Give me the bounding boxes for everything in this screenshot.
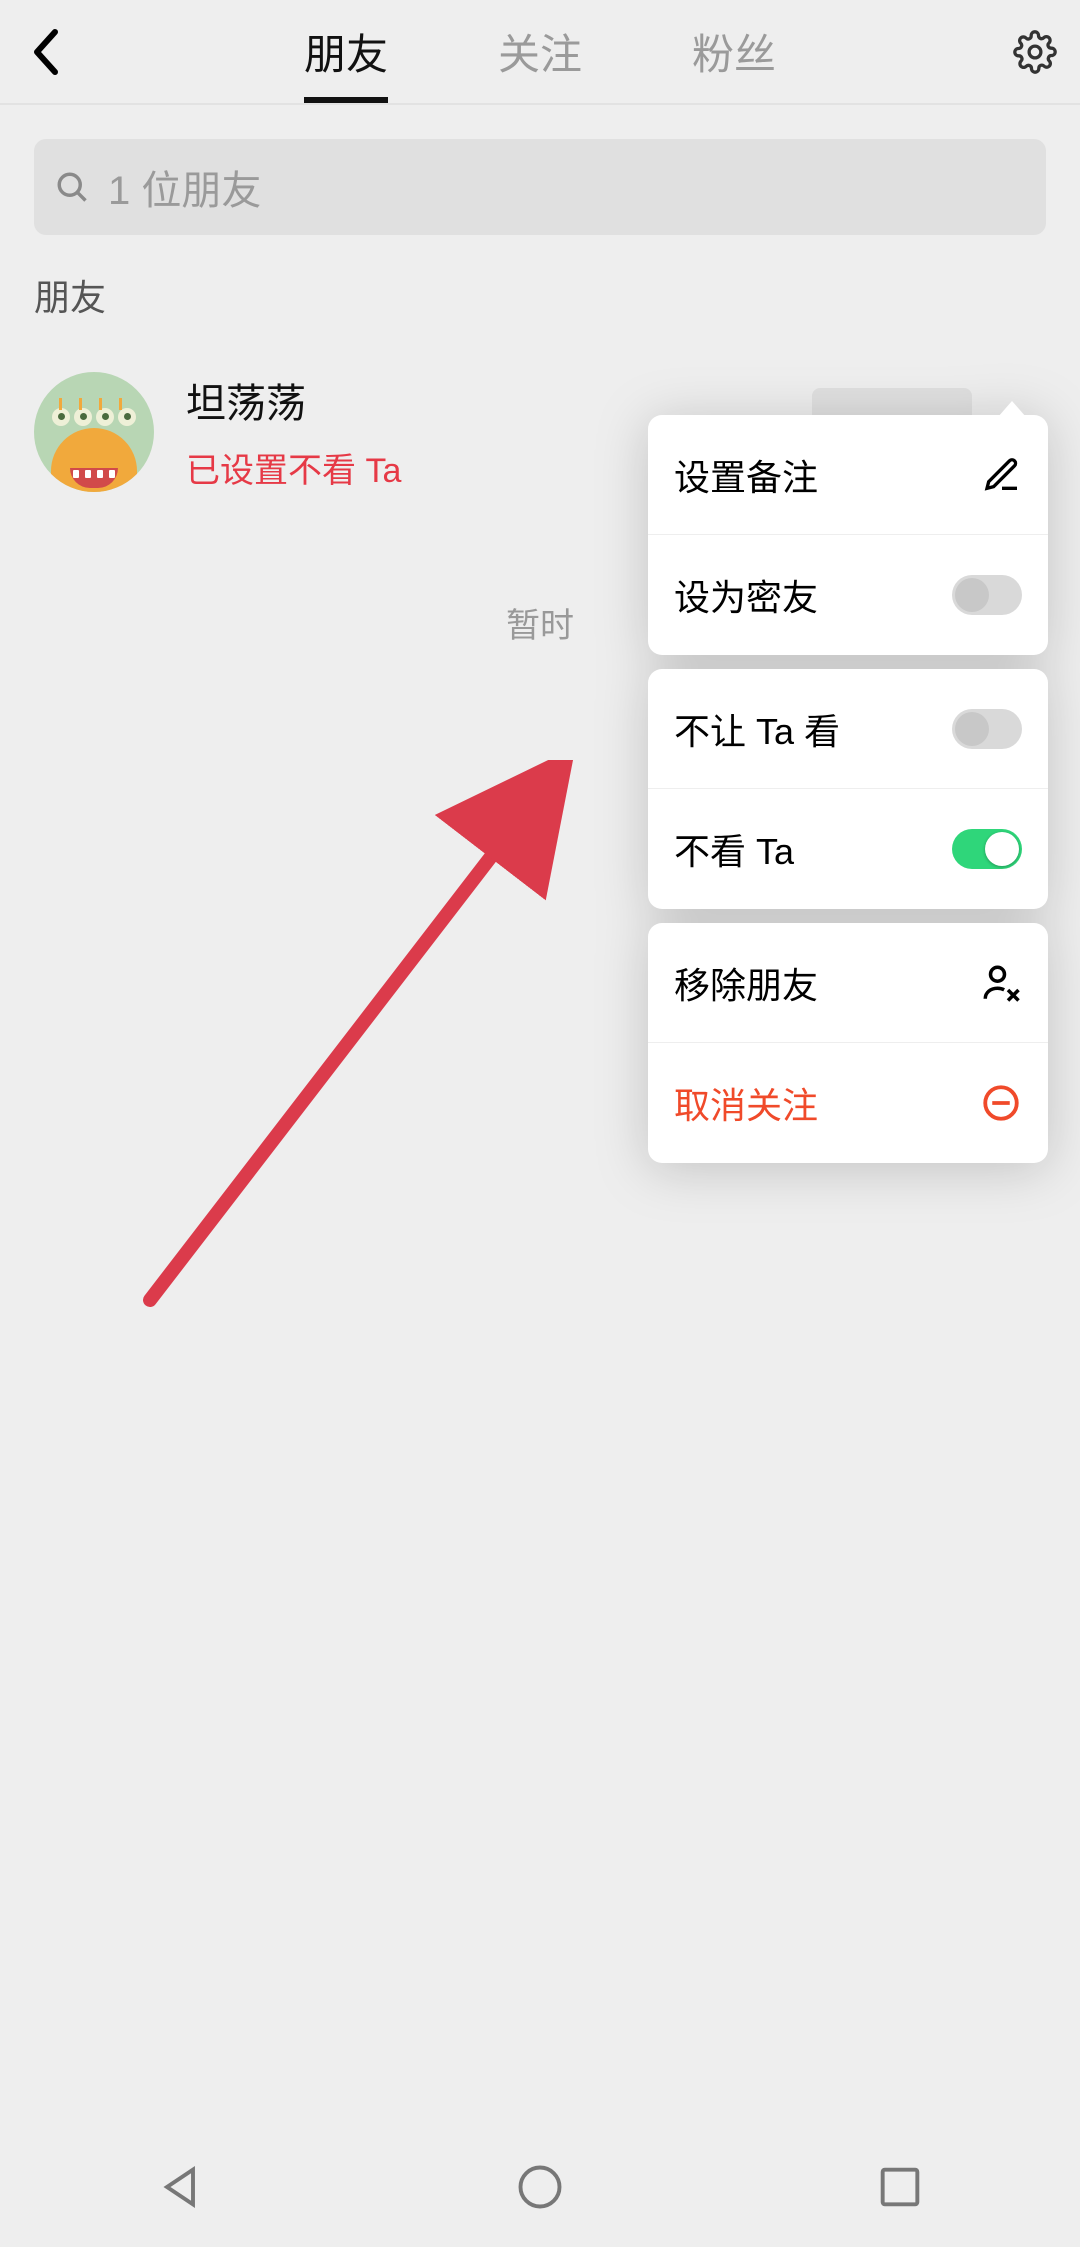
header-tabs: 朋友 关注 粉丝 [90, 0, 990, 103]
section-friends-label: 朋友 [34, 269, 1046, 321]
search-input[interactable]: 1 位朋友 [34, 139, 1046, 235]
tab-friends[interactable]: 朋友 [304, 0, 388, 103]
menu-set-remark[interactable]: 设置备注 [648, 415, 1048, 535]
menu-not-see[interactable]: 不看 Ta [648, 789, 1048, 909]
search-wrap: 1 位朋友 [0, 105, 1080, 269]
minus-circle-icon [980, 1082, 1022, 1124]
nav-home-icon[interactable] [514, 2161, 566, 2213]
tab-following[interactable]: 关注 [498, 0, 582, 103]
menu-remove-friend[interactable]: 移除朋友 [648, 923, 1048, 1043]
menu-block-see-me[interactable]: 不让 Ta 看 [648, 669, 1048, 789]
tab-followers[interactable]: 粉丝 [692, 0, 776, 103]
friend-popup-menu: 设置备注 设为密友 不让 Ta 看 不看 Ta 移除朋友 取 [648, 415, 1048, 1177]
menu-close-friend[interactable]: 设为密友 [648, 535, 1048, 655]
header: 朋友 关注 粉丝 [0, 0, 1080, 105]
nav-recent-icon[interactable] [874, 2161, 926, 2213]
not-see-toggle[interactable] [952, 829, 1022, 869]
avatar-monster-icon [51, 428, 137, 492]
chevron-left-icon [31, 28, 59, 76]
avatar[interactable] [34, 372, 154, 492]
search-icon [54, 169, 90, 205]
close-friend-toggle[interactable] [952, 575, 1022, 615]
menu-unfollow[interactable]: 取消关注 [648, 1043, 1048, 1163]
nav-back-icon[interactable] [154, 2161, 206, 2213]
gear-icon [1013, 30, 1057, 74]
system-nav [0, 2127, 1080, 2247]
back-button[interactable] [0, 28, 90, 76]
edit-icon [982, 455, 1022, 495]
settings-button[interactable] [990, 30, 1080, 74]
block-see-me-toggle[interactable] [952, 709, 1022, 749]
search-placeholder: 1 位朋友 [108, 158, 261, 216]
annotation-arrow [130, 760, 590, 1320]
user-remove-icon [980, 962, 1022, 1004]
